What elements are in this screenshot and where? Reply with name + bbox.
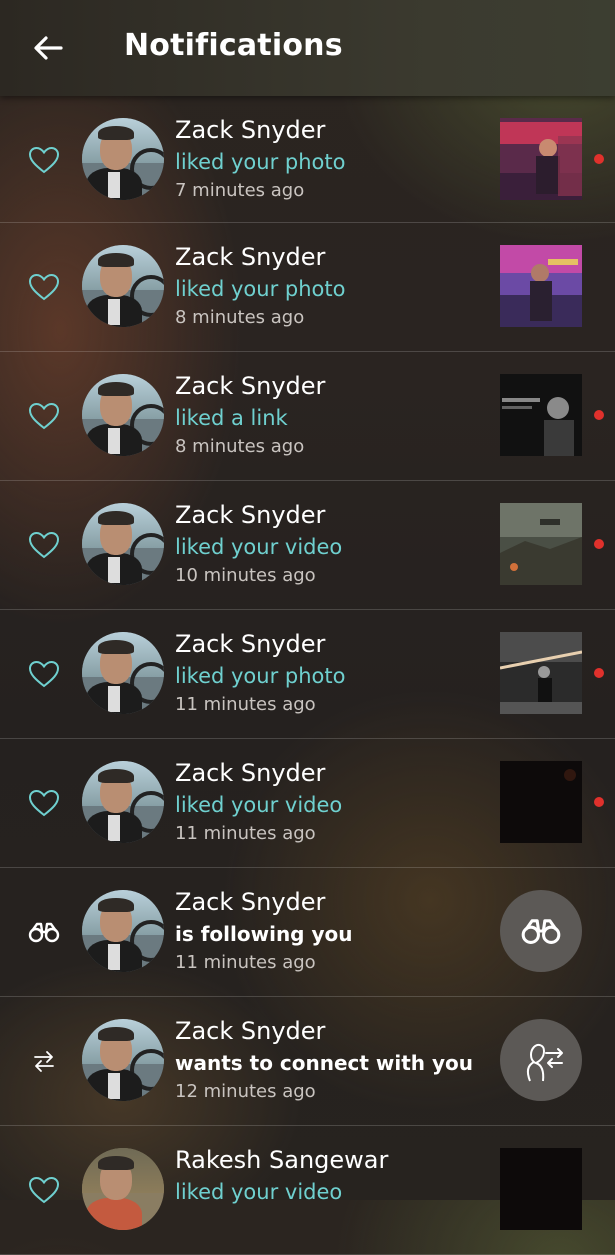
avatar[interactable]: [82, 632, 164, 714]
notification-action: is following you: [175, 922, 353, 946]
video-thumbnail[interactable]: [500, 503, 582, 585]
timestamp: 12 minutes ago: [175, 1081, 316, 1102]
binoculars-icon: [521, 919, 561, 944]
back-button[interactable]: [26, 24, 70, 72]
heart-outline-icon: [24, 267, 64, 307]
video-thumbnail[interactable]: [500, 1148, 582, 1230]
user-name[interactable]: Rakesh Sangewar: [175, 1146, 388, 1174]
heart-outline-icon: [24, 654, 64, 694]
timestamp: 10 minutes ago: [175, 565, 316, 586]
arrow-left-icon: [34, 36, 63, 60]
notification-row[interactable]: Zack Snyder liked your photo 11 minutes …: [0, 610, 615, 739]
user-name[interactable]: Zack Snyder: [175, 372, 325, 400]
link-thumbnail[interactable]: [500, 374, 582, 456]
notification-row[interactable]: Zack Snyder liked your video 10 minutes …: [0, 481, 615, 610]
notification-list: Zack Snyder liked your photo 7 minutes a…: [0, 96, 615, 1255]
post-thumbnail[interactable]: [500, 118, 582, 200]
avatar[interactable]: [82, 761, 164, 843]
heart-outline-icon: [24, 1170, 64, 1210]
notification-row[interactable]: Zack Snyder liked your photo 7 minutes a…: [0, 96, 615, 223]
app-header: Notifications: [0, 0, 615, 96]
avatar[interactable]: [82, 503, 164, 585]
unread-dot: [594, 797, 604, 807]
avatar[interactable]: [82, 1019, 164, 1101]
user-name[interactable]: Zack Snyder: [175, 501, 325, 529]
unread-dot: [594, 154, 604, 164]
notification-row[interactable]: Zack Snyder liked a link 8 minutes ago: [0, 352, 615, 481]
heart-outline-icon: [24, 783, 64, 823]
user-name[interactable]: Zack Snyder: [175, 759, 325, 787]
avatar[interactable]: [82, 118, 164, 200]
user-name[interactable]: Zack Snyder: [175, 630, 325, 658]
user-name[interactable]: Zack Snyder: [175, 888, 325, 916]
timestamp: 8 minutes ago: [175, 436, 305, 457]
timestamp: 7 minutes ago: [175, 180, 305, 201]
unread-dot: [594, 410, 604, 420]
post-thumbnail[interactable]: [500, 245, 582, 327]
heart-outline-icon: [24, 140, 64, 180]
binoculars-icon: [24, 912, 64, 952]
notification-row[interactable]: Zack Snyder is following you 11 minutes …: [0, 868, 615, 997]
timestamp: 8 minutes ago: [175, 307, 305, 328]
video-thumbnail[interactable]: [500, 761, 582, 843]
notification-action: liked a link: [175, 406, 288, 430]
avatar[interactable]: [82, 245, 164, 327]
page-title: Notifications: [124, 28, 343, 63]
heart-outline-icon: [24, 525, 64, 565]
avatar[interactable]: [82, 374, 164, 456]
user-name[interactable]: Zack Snyder: [175, 1017, 325, 1045]
avatar[interactable]: [82, 890, 164, 972]
user-name[interactable]: Zack Snyder: [175, 116, 325, 144]
swap-arrows-icon: [24, 1041, 64, 1081]
notification-action: liked your video: [175, 793, 343, 817]
unread-dot: [594, 539, 604, 549]
notification-action: liked your photo: [175, 277, 346, 301]
user-name[interactable]: Zack Snyder: [175, 243, 325, 271]
notification-action: liked your photo: [175, 150, 346, 174]
timestamp: 11 minutes ago: [175, 823, 316, 844]
notification-action: liked your video: [175, 1180, 343, 1204]
connect-button[interactable]: [500, 1019, 582, 1101]
timestamp: 11 minutes ago: [175, 694, 316, 715]
post-thumbnail[interactable]: [500, 632, 582, 714]
connect-people-icon: [526, 1043, 563, 1082]
notification-row[interactable]: Zack Snyder wants to connect with you 12…: [0, 997, 615, 1126]
notification-action: liked your video: [175, 535, 343, 559]
notification-row[interactable]: Zack Snyder liked your photo 8 minutes a…: [0, 223, 615, 352]
notification-action: liked your photo: [175, 664, 346, 688]
timestamp: 11 minutes ago: [175, 952, 316, 973]
avatar[interactable]: [82, 1148, 164, 1230]
unread-dot: [594, 668, 604, 678]
notification-row[interactable]: Rakesh Sangewar liked your video: [0, 1126, 615, 1255]
follow-back-button[interactable]: [500, 890, 582, 972]
notification-row[interactable]: Zack Snyder liked your video 11 minutes …: [0, 739, 615, 868]
heart-outline-icon: [24, 396, 64, 436]
notification-action: wants to connect with you: [175, 1051, 474, 1075]
